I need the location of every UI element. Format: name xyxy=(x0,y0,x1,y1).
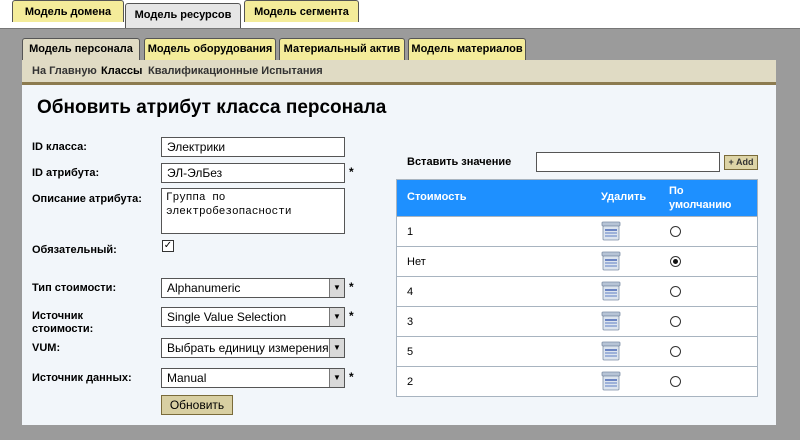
value-type-label: Тип стоимости: xyxy=(32,282,117,294)
attribute-id-label: ID атрибута: xyxy=(32,167,100,179)
data-source-select[interactable]: Manual ▼ xyxy=(161,368,345,388)
default-radio[interactable] xyxy=(670,256,681,267)
add-value-button[interactable]: + Add xyxy=(724,155,758,170)
tab-segment-model[interactable]: Модель сегмента xyxy=(244,0,359,22)
required-label: Обязательный: xyxy=(32,244,117,256)
nav-qualification-tests-link[interactable]: Квалификационные Испытания xyxy=(148,65,323,77)
default-radio[interactable] xyxy=(670,346,681,357)
chevron-down-icon[interactable]: ▼ xyxy=(329,308,344,326)
value-cell: 5 xyxy=(407,346,414,358)
value-cell: 3 xyxy=(407,316,414,328)
trash-icon[interactable] xyxy=(600,341,622,362)
required-marker: * xyxy=(349,370,354,384)
page-title: Обновить атрибут класса персонала xyxy=(37,97,387,118)
value-source-label: Источник стоимости: xyxy=(32,310,94,335)
tab-personnel-model[interactable]: Модель персонала xyxy=(22,38,140,62)
value-type-select[interactable]: Alphanumeric ▼ xyxy=(161,278,345,298)
required-marker: * xyxy=(349,309,354,323)
value-cell: 1 xyxy=(407,226,414,238)
required-marker: * xyxy=(349,165,354,179)
delete-column-header: Удалить xyxy=(601,191,647,203)
tab-resource-model[interactable]: Модель ресурсов xyxy=(125,3,241,28)
nav-home-link[interactable]: На Главную xyxy=(32,65,97,77)
data-source-selected: Manual xyxy=(167,371,207,385)
vum-selected: Выбрать единицу измерения xyxy=(167,341,329,355)
default-radio[interactable] xyxy=(670,316,681,327)
data-source-label: Источник данных: xyxy=(32,372,132,384)
trash-icon[interactable] xyxy=(600,281,622,302)
content-area: Обновить атрибут класса персонала ID кла… xyxy=(22,85,776,425)
chevron-down-icon[interactable]: ▼ xyxy=(329,369,344,387)
table-row: 1 xyxy=(397,216,757,246)
top-tab-bar: Модель домена Модель ресурсов Модель сег… xyxy=(0,0,800,28)
chevron-down-icon[interactable]: ▼ xyxy=(329,339,344,357)
trash-icon[interactable] xyxy=(600,311,622,332)
value-cell: Нет xyxy=(407,256,426,268)
value-source-selected: Single Value Selection xyxy=(167,310,287,324)
update-button[interactable]: Обновить xyxy=(161,395,233,415)
chevron-down-icon[interactable]: ▼ xyxy=(329,279,344,297)
values-table: Стоимость Удалить По умолчанию 1 Нет 4 3 5 2 xyxy=(396,179,758,397)
class-id-field[interactable]: Электрики xyxy=(161,137,345,157)
default-radio[interactable] xyxy=(670,376,681,387)
value-source-select[interactable]: Single Value Selection ▼ xyxy=(161,307,345,327)
insert-value-input[interactable] xyxy=(536,152,720,172)
trash-icon[interactable] xyxy=(600,371,622,392)
trash-icon[interactable] xyxy=(600,251,622,272)
value-cell: 4 xyxy=(407,286,414,298)
table-row: Нет xyxy=(397,246,757,276)
table-row: 3 xyxy=(397,306,757,336)
description-field[interactable]: Группа по электробезопасности xyxy=(161,188,345,234)
default-radio[interactable] xyxy=(670,286,681,297)
nav-classes-link[interactable]: Классы xyxy=(101,65,142,77)
tab-domain-model[interactable]: Модель домена xyxy=(12,0,124,22)
sub-navigation: На Главную Классы Квалификационные Испыт… xyxy=(22,60,776,85)
value-column-header: Стоимость xyxy=(407,191,467,203)
required-checkbox[interactable]: ✓ xyxy=(162,240,174,252)
values-table-header: Стоимость Удалить По умолчанию xyxy=(397,180,757,216)
default-column-header: По умолчанию xyxy=(669,185,732,211)
value-cell: 2 xyxy=(407,376,414,388)
trash-icon[interactable] xyxy=(600,221,622,242)
attribute-id-field[interactable]: ЭЛ-ЭлБез xyxy=(161,163,345,183)
table-row: 5 xyxy=(397,336,757,366)
tab-material-model[interactable]: Модель материалов xyxy=(408,38,526,60)
insert-value-label: Вставить значение xyxy=(407,156,512,168)
vum-label: VUM: xyxy=(32,342,61,354)
tab-equipment-model[interactable]: Модель оборудования xyxy=(144,38,276,60)
default-radio[interactable] xyxy=(670,226,681,237)
table-row: 4 xyxy=(397,276,757,306)
value-type-selected: Alphanumeric xyxy=(167,281,241,295)
tab-material-asset[interactable]: Материальный актив xyxy=(279,38,405,60)
required-marker: * xyxy=(349,280,354,294)
vum-select[interactable]: Выбрать единицу измерения ▼ xyxy=(161,338,345,358)
table-row: 2 xyxy=(397,366,757,396)
class-id-label: ID класса: xyxy=(32,141,87,153)
description-label: Описание атрибута: xyxy=(32,193,142,205)
